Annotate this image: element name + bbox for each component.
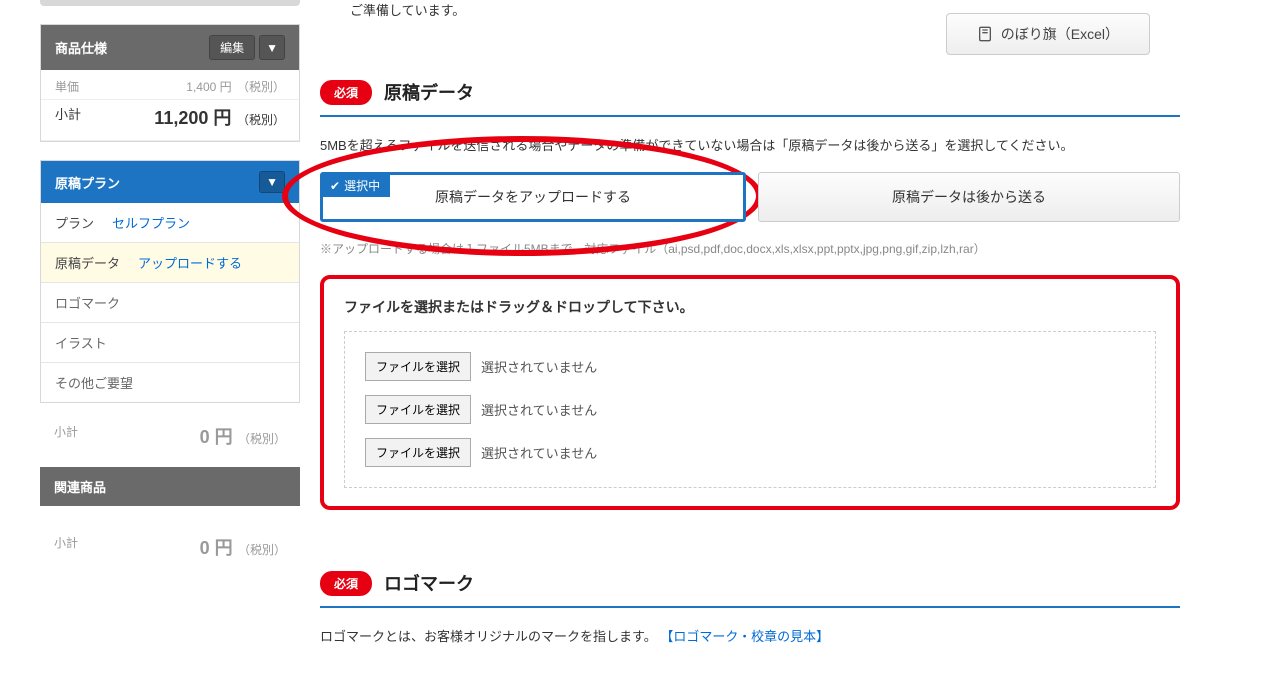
choice-send-later[interactable]: 原稿データは後から送る — [758, 172, 1180, 222]
subtotal-label: 小計 — [54, 534, 78, 560]
list-item: 原稿データ アップロードする — [41, 243, 299, 283]
section-logo-mark: 必須 ロゴマーク ロゴマークとは、お客様オリジナルのマークを指します。 【ロゴマ… — [320, 570, 1180, 645]
spec-caret-button[interactable]: ▼ — [259, 35, 285, 60]
file-select-button[interactable]: ファイルを選択 — [365, 352, 471, 381]
plan-value: セルフプラン — [112, 213, 190, 232]
file-row: ファイルを選択 選択されていません — [365, 438, 1135, 467]
unit-price-row: 単価 1,400 円 （税別） — [41, 70, 299, 100]
plan-label: プラン — [55, 213, 94, 232]
subtotal-value: 11,200 円 — [154, 108, 231, 128]
product-spec-panel: 商品仕様 編集 ▼ 単価 1,400 円 （税別） 小計 11,200 円 （税… — [40, 24, 300, 142]
panel-title: 商品仕様 — [55, 38, 107, 57]
unit-price-value: 1,400 円 — [186, 80, 231, 94]
upload-instruction: ファイルを選択またはドラッグ＆ドロップして下さい。 — [344, 297, 1156, 317]
logo-desc-text: ロゴマークとは、お客様オリジナルのマークを指します。 — [320, 629, 657, 644]
dropzone[interactable]: ファイルを選択 選択されていません ファイルを選択 選択されていません ファイル… — [344, 331, 1156, 488]
choice-upload[interactable]: ✔ 選択中 原稿データをアップロードする — [320, 172, 746, 222]
check-icon: ✔ — [330, 179, 340, 193]
logo-description: ロゴマークとは、お客様オリジナルのマークを指します。 【ロゴマーク・校章の見本】 — [320, 626, 1180, 645]
plan-subtotal-row: 小計 0 円 （税別） — [40, 421, 300, 467]
selected-indicator: ✔ 選択中 — [322, 174, 390, 197]
plan-header: 原稿プラン ▼ — [41, 161, 299, 203]
file-row: ファイルを選択 選択されていません — [365, 395, 1135, 424]
tax-label: （税別） — [237, 80, 285, 94]
file-status: 選択されていません — [481, 400, 597, 419]
file-select-button[interactable]: ファイルを選択 — [365, 438, 471, 467]
tax-label: （税別） — [237, 113, 285, 127]
subtotal-value: 0 円 — [200, 427, 233, 447]
related-header: 関連商品 — [40, 467, 300, 506]
subtotal-value: 0 円 — [200, 538, 233, 558]
plan-caret-button[interactable]: ▼ — [259, 171, 285, 193]
subtotal-row: 小計 11,200 円 （税別） — [41, 100, 299, 141]
section-title: 原稿データ — [384, 79, 474, 105]
subtotal-label: 小計 — [55, 104, 81, 130]
product-spec-header: 商品仕様 編集 ▼ — [41, 25, 299, 70]
logo-sample-link[interactable]: 【ロゴマーク・校章の見本】 — [660, 629, 829, 644]
file-status: 選択されていません — [481, 357, 597, 376]
plan-value: アップロードする — [138, 253, 242, 272]
choice-label: 原稿データをアップロードする — [435, 189, 631, 205]
panel-title: 関連商品 — [54, 477, 106, 496]
plan-label: 原稿データ — [55, 253, 120, 272]
file-status: 選択されていません — [481, 443, 597, 462]
download-label: のぼり旗（Excel） — [1001, 24, 1119, 44]
list-item: イラスト — [41, 323, 299, 363]
section-manuscript-data: 必須 原稿データ 5MBを超えるファイルを送信される場合やデータの準備ができてい… — [320, 79, 1180, 510]
upload-note: ※アップロードする場合は１ファイル5MBまで。対応ファイル（ai,psd,pdf… — [320, 240, 1180, 257]
section-title: ロゴマーク — [384, 570, 474, 596]
list-item: プラン セルフプラン — [41, 203, 299, 243]
plan-panel: 原稿プラン ▼ プラン セルフプラン 原稿データ アップロードする ロゴマーク … — [40, 160, 300, 403]
choice-label: 原稿データは後から送る — [892, 189, 1046, 205]
edit-spec-button[interactable]: 編集 — [209, 35, 255, 60]
file-row: ファイルを選択 選択されていません — [365, 352, 1135, 381]
section-description: 5MBを超えるファイルを送信される場合やデータの準備ができていない場合は「原稿デ… — [320, 135, 1180, 154]
related-panel: 関連商品 — [40, 467, 300, 506]
list-item: ロゴマーク — [41, 283, 299, 323]
unit-price-label: 単価 — [55, 78, 79, 95]
required-badge: 必須 — [320, 571, 372, 596]
tax-label: （税別） — [238, 543, 286, 557]
download-excel-button[interactable]: のぼり旗（Excel） — [946, 13, 1150, 55]
excel-icon — [977, 26, 993, 42]
related-subtotal-row: 小計 0 円 （税別） — [40, 524, 300, 578]
subtotal-label: 小計 — [54, 423, 78, 449]
panel-title: 原稿プラン — [55, 173, 120, 192]
list-item: その他ご要望 — [41, 363, 299, 402]
file-select-button[interactable]: ファイルを選択 — [365, 395, 471, 424]
required-badge: 必須 — [320, 80, 372, 105]
upload-area: ファイルを選択またはドラッグ＆ドロップして下さい。 ファイルを選択 選択されてい… — [320, 275, 1180, 510]
tax-label: （税別） — [238, 432, 286, 446]
selected-label: 選択中 — [344, 177, 380, 194]
